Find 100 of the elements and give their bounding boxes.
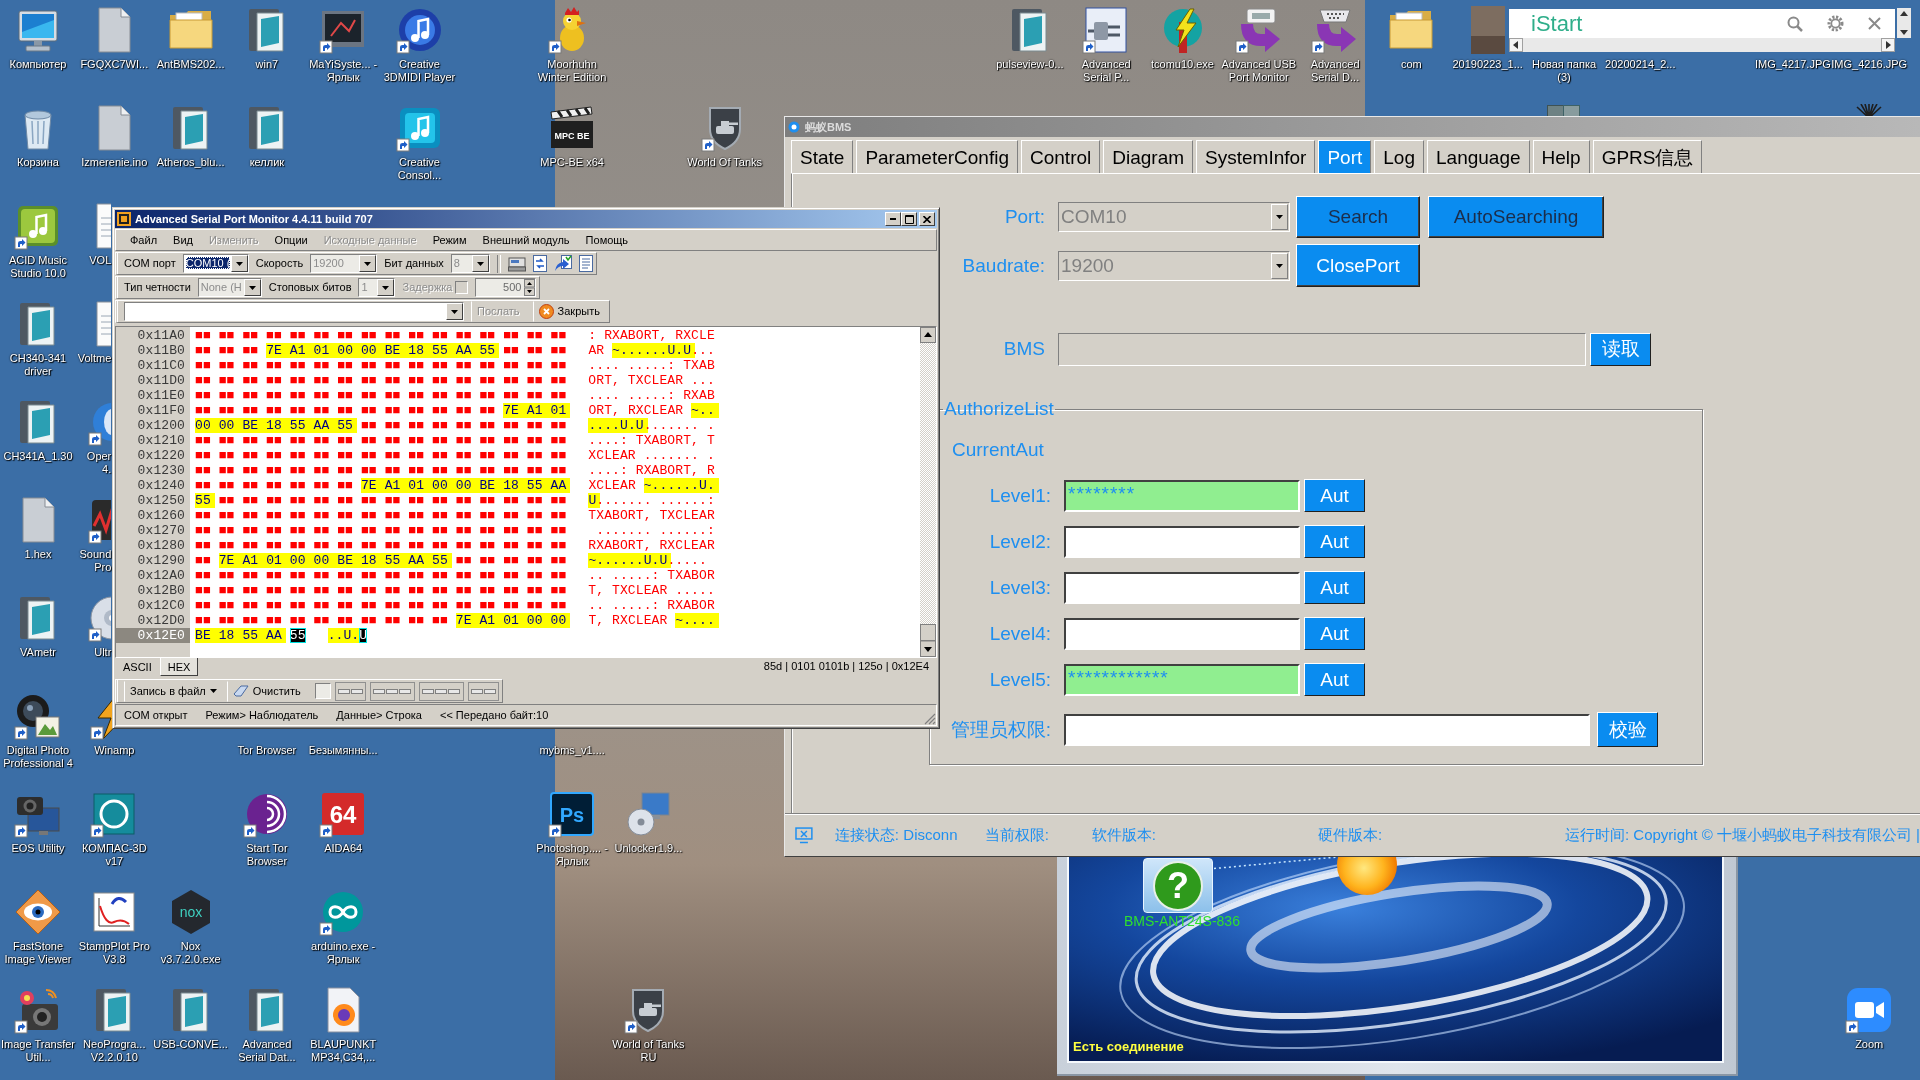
icon-label[interactable]: 20200214_2... [1605,58,1676,71]
icon-label[interactable]: Izmerenie.ino [81,156,148,169]
authorize-button[interactable]: Aut [1304,663,1365,696]
icon-label[interactable]: IMG_4216.JPG [1831,58,1908,71]
icon-label[interactable]: MaYiSyste... - Ярлык [305,58,382,84]
password-field[interactable] [1064,617,1300,650]
icon-label[interactable]: StampPlot Pro V3.8 [76,940,153,966]
icon-label[interactable]: Advanced Serial Dat... [228,1038,305,1064]
icon-label[interactable]: Новая папка (3) [1526,58,1602,84]
close-button[interactable] [919,212,935,226]
video-camera-icon[interactable] [1845,986,1894,1034]
authorize-button[interactable]: Aut [1304,571,1365,604]
icon-label[interactable]: 20190223_1... [1452,58,1523,71]
tab[interactable]: Help [1532,140,1590,173]
tab[interactable]: Diagram [1103,140,1194,173]
icon-label[interactable]: BLAUPUNKT MP34,C34,... [305,1038,382,1064]
icon-label[interactable]: Sound Pro [76,548,112,574]
admin-password-field[interactable] [1064,713,1590,746]
view-tab[interactable]: HEX [159,658,199,676]
installer-disc-icon[interactable] [624,790,673,838]
icon-label[interactable]: Advanced Serial D... [1297,58,1374,84]
tab[interactable]: Language [1427,140,1530,173]
icon-label[interactable]: Ultr [94,646,112,659]
letter-tile-logo[interactable]: Ps [548,790,597,838]
maximize-button[interactable] [901,212,917,226]
device-icon[interactable] [507,255,526,272]
menu-item[interactable]: Внешний модуль [474,233,578,247]
menu-item[interactable]: Опции [266,233,316,247]
search-icon[interactable] [1787,15,1803,32]
close-icon[interactable] [1868,17,1881,30]
icon-label[interactable]: VAmetr [20,646,56,659]
icon-label[interactable]: Oper 4. [76,450,112,476]
resize-grip-icon[interactable] [924,713,936,725]
clapperboard-logo[interactable]: MPC BE [548,104,597,152]
icon-label[interactable]: КОМПАС-3D v17 [76,842,153,868]
vertical-scrollbar[interactable] [920,327,936,657]
camera-lens-icon[interactable] [14,692,62,740]
icon-label[interactable]: Advanced USB Port Monitor [1220,58,1297,84]
icon-label[interactable]: Unlocker1.9... [614,842,683,855]
icon-label[interactable]: Start Tor Browser [228,842,305,868]
icon-label[interactable]: CH340-341 driver [0,352,76,378]
photo-thumbnail[interactable] [1470,6,1505,54]
icon-label[interactable]: Zoom [1855,1038,1884,1051]
tab[interactable]: Control [1021,140,1101,173]
eye-icon[interactable] [14,888,62,936]
minimize-button[interactable] [885,212,901,226]
menu-item[interactable]: Файл [122,233,166,247]
icon-label[interactable]: NeoProgra... V2.2.0.10 [76,1038,153,1064]
arrow-icon[interactable] [553,255,572,272]
icon-label[interactable]: AntBMS202... [156,58,225,71]
vertical-scrollbar[interactable] [1897,8,1911,38]
icon-label[interactable]: Image Transfer Util... [0,1038,76,1064]
authorize-button[interactable]: Aut [1304,617,1365,650]
icon-label[interactable]: FGQXC7WI... [80,58,149,71]
icon-label[interactable]: Корзина [17,156,59,169]
icon-label[interactable]: келлик [249,156,285,169]
icon-label[interactable]: CH341A_1.30 [3,450,73,463]
icon-label[interactable]: World of Tanks RU [610,1038,687,1064]
icon-label[interactable]: Atheros_blu... [156,156,225,169]
icon-label[interactable]: Winamp [94,744,135,757]
document-icon[interactable] [578,255,593,272]
icon-label[interactable]: FastStone Image Viewer [0,940,76,966]
authorize-button[interactable]: Aut [1304,525,1365,558]
tab[interactable]: ParameterConfig [856,140,1018,173]
icon-label[interactable]: Компьютер [9,58,67,71]
icon-label[interactable]: Creative 3DMIDI Player [381,58,458,84]
tab[interactable]: State [791,140,854,173]
settings-icon[interactable] [1827,15,1844,32]
tab[interactable]: SystemInfor [1196,140,1316,173]
icon-label[interactable]: win7 [255,58,279,71]
icon-label[interactable]: World Of Tanks [687,156,763,169]
password-field[interactable] [1064,571,1300,604]
log-checkbox[interactable] [314,683,331,699]
icon-label[interactable]: Creative Consol... [381,156,458,182]
tab[interactable]: Port [1318,140,1372,173]
horizontal-scrollbar[interactable] [1509,38,1895,52]
tab[interactable]: GPRS信息 [1592,140,1703,173]
icon-label[interactable]: Tor Browser [237,744,297,757]
icon-label[interactable]: AIDA64 [324,842,363,855]
verify-button[interactable]: 校验 [1597,712,1658,747]
icon-label[interactable]: com [1401,58,1422,71]
icon-label[interactable]: Безымянны... [308,744,378,757]
music-note-icon[interactable] [395,6,444,54]
view-tab[interactable]: ASCII [115,658,160,676]
icon-label[interactable]: tcomu10.exe [1151,58,1214,71]
icon-label[interactable]: arduino.exe - Ярлык [305,940,382,966]
document-arrows-icon[interactable] [532,255,547,272]
icon-label[interactable]: pulseview-0... [996,58,1064,71]
menu-item[interactable]: Вид [165,233,201,247]
icon-label[interactable]: Nox v3.7.2.0.exe [152,940,229,966]
icon-label[interactable]: VOL [89,254,112,267]
tab[interactable]: Log [1374,140,1424,173]
icon-label[interactable]: Digital Photo Professional 4 [0,744,76,770]
icon-label[interactable]: IMG_4217.JPG [1754,58,1831,71]
icon-label[interactable]: Advanced Serial P... [1068,58,1145,84]
send-input-field[interactable] [124,302,464,321]
icon-label[interactable]: ACID Music Studio 10.0 [0,254,76,280]
icon-label[interactable]: USB-CONVE... [153,1038,228,1051]
menu-item[interactable]: Режим [424,233,475,247]
icon-label[interactable]: EOS Utility [11,842,65,855]
